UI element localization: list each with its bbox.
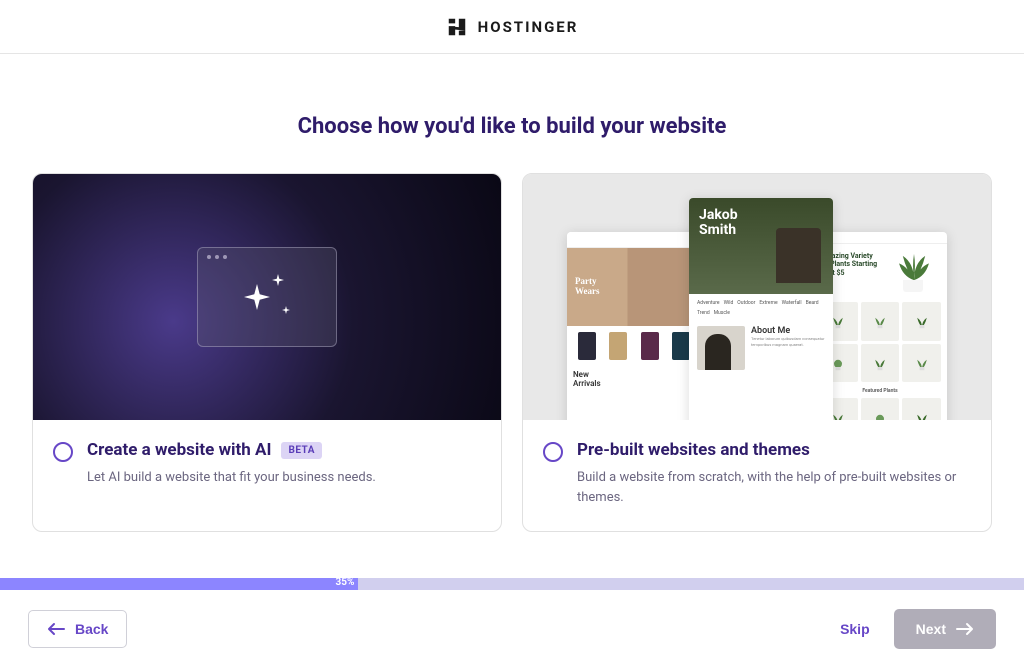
preview-right-section: Featured Plants [813,384,947,396]
back-label: Back [75,621,108,637]
progress-percent: 35% [336,577,355,588]
ai-card-title: Create a website with AI [87,440,271,460]
theme-preview-fashion: Party Wears New Arrivals [567,232,701,420]
brand-name: HOSTINGER [478,18,579,36]
themes-card-image: Party Wears New Arrivals Jak [523,174,991,420]
arrow-left-icon [47,622,65,636]
next-button[interactable]: Next [894,609,996,649]
next-label: Next [916,621,946,637]
theme-preview-plants: Amazing Variety Of Plants Starting Just … [813,232,947,420]
themes-card-title: Pre-built websites and themes [577,440,810,460]
skip-button[interactable]: Skip [840,621,870,637]
beta-badge: BETA [281,442,322,459]
radio-themes[interactable] [543,442,563,462]
ai-card-description: Let AI build a website that fit your bus… [87,468,481,488]
themes-card-description: Build a website from scratch, with the h… [577,468,971,507]
option-cards: Create a website with AI BETA Let AI bui… [28,173,996,532]
hostinger-logo-icon [446,16,468,38]
page-title: Choose how you'd like to build your webs… [28,114,996,139]
theme-preview-portfolio: Jakob Smith Adventure Wild Outdoor Extre… [689,198,833,420]
main-content: Choose how you'd like to build your webs… [0,54,1024,532]
preview-left-section: New Arrivals [567,366,701,392]
footer: Back Skip Next [0,590,1024,668]
progress-bar: 35% [0,578,1024,590]
preview-left-hero: Party Wears [575,277,600,297]
ai-card-image [33,174,501,420]
arrow-right-icon [956,622,974,636]
preview-center-tags: Adventure Wild Outdoor Extreme Waterfall… [689,294,833,322]
radio-ai[interactable] [53,442,73,462]
sparkle-icon [242,272,292,322]
browser-window-illustration [197,247,337,347]
option-card-ai[interactable]: Create a website with AI BETA Let AI bui… [32,173,502,532]
header: HOSTINGER [0,0,1024,54]
back-button[interactable]: Back [28,610,127,648]
option-card-themes[interactable]: Party Wears New Arrivals Jak [522,173,992,532]
